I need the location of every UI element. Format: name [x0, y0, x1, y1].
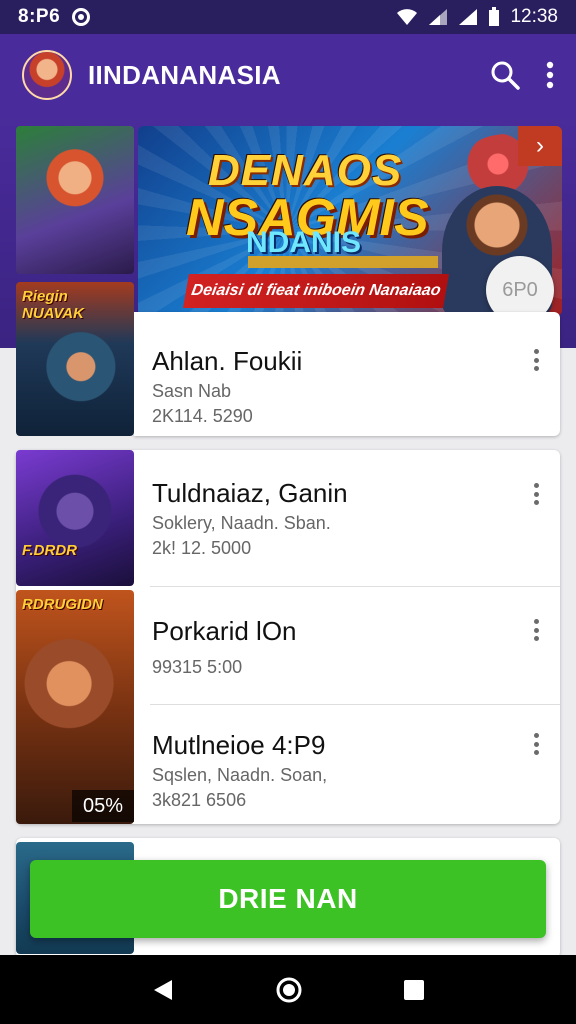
banner-strip: Deiaisi di fieat iniboein Nanaiaao: [183, 274, 449, 308]
list-item-thumbnail[interactable]: RDRUGIDN: [16, 590, 134, 824]
thumbnail-label: F.DRDR: [22, 542, 77, 559]
more-vert-icon[interactable]: [527, 730, 545, 758]
do-not-disturb-icon: [72, 8, 91, 26]
list-item-meta: 2k! 12. 5000: [152, 538, 252, 558]
thumbnail-label: RDRUGIDN: [22, 596, 103, 613]
banner-subtitle-bar: [248, 256, 438, 268]
signal-icon-2: [459, 9, 478, 25]
list-item-text[interactable]: Mutlneioe 4:P9 Sqslen, Naadn. Soan, 3k82…: [152, 730, 327, 811]
system-nav-bar: [0, 955, 576, 1024]
progress-badge: 05%: [72, 790, 134, 822]
list-item-subtitle: Soklery, Naadn. Sban.: [152, 513, 331, 533]
list-item-meta: 3k821 6506: [152, 790, 247, 810]
list-item-title: Porkarid lOn: [152, 616, 297, 646]
status-clock: 12:38: [510, 6, 558, 27]
list-item-text[interactable]: Porkarid lOn 99315 5:00: [152, 616, 297, 678]
more-vert-icon[interactable]: [527, 616, 545, 644]
list-item-thumbnail[interactable]: F.DRDR: [16, 450, 134, 586]
avatar[interactable]: [22, 50, 72, 100]
list-item-title: Ahlan. Foukii: [152, 346, 303, 376]
search-icon[interactable]: [490, 60, 520, 90]
divider: [150, 586, 560, 587]
list-item-title: Tuldnaiaz, Ganin: [152, 478, 348, 508]
list-item-subtitle: Sqslen, Naadn. Soan,: [152, 765, 328, 785]
signal-icon: [429, 9, 448, 25]
list-item-meta: 99315 5:00: [152, 657, 243, 677]
more-vert-icon[interactable]: [527, 346, 545, 374]
wifi-icon: [397, 9, 418, 25]
app-bar: IINDANANASIA: [0, 34, 576, 116]
list-item-thumbnail[interactable]: Riegin NUAVAK: [16, 282, 134, 436]
thumbnail-label: Riegin NUAVAK: [22, 288, 84, 322]
battery-icon: [489, 7, 500, 26]
featured-thumbnail[interactable]: [16, 126, 134, 274]
back-icon[interactable]: [150, 977, 176, 1003]
recents-icon[interactable]: [402, 978, 426, 1002]
list-item-text[interactable]: Tuldnaiaz, Ganin Soklery, Naadn. Sban. 2…: [152, 478, 348, 559]
app-bar-actions: [490, 60, 554, 90]
chevron-right-icon[interactable]: ›: [518, 126, 562, 166]
status-icons: 12:38: [396, 6, 558, 28]
divider: [150, 704, 560, 705]
list-item-title: Mutlneioe 4:P9: [152, 730, 326, 760]
primary-action-button[interactable]: DRIE NAN: [30, 860, 546, 938]
overflow-menu-icon[interactable]: [546, 61, 554, 89]
list-item-meta: 2K114. 5290: [152, 406, 253, 426]
status-time: 8:P6: [18, 6, 61, 27]
home-icon[interactable]: [275, 976, 303, 1004]
app-title: IINDANANASIA: [88, 59, 281, 90]
more-vert-icon[interactable]: [527, 480, 545, 508]
list-item-subtitle: Sasn Nab: [152, 381, 232, 401]
status-bar: 8:P6 12:38: [0, 0, 576, 34]
list-item-text: Ahlan. Foukii Sasn Nab 2K114. 5290: [152, 346, 302, 427]
